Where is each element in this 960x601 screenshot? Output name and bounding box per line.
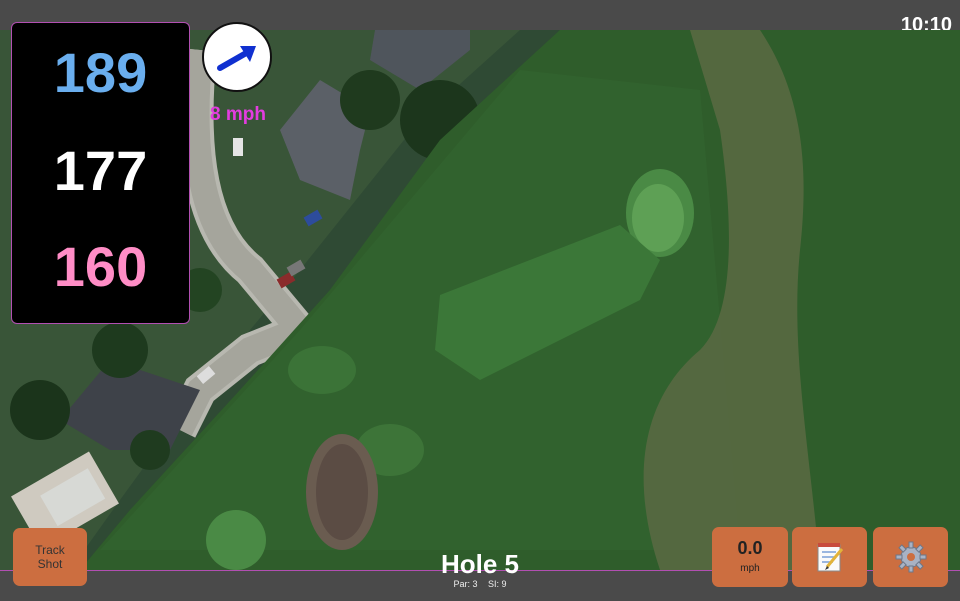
distance-panel: 189 177 160 xyxy=(11,22,190,324)
track-shot-label-line2: Shot xyxy=(37,557,63,571)
track-shot-button[interactable]: Track Shot xyxy=(13,528,87,586)
center-of-green-distance: 177 xyxy=(53,139,148,202)
gear-icon xyxy=(895,541,926,573)
speed-value: 0.0 xyxy=(737,538,763,558)
wind-speed-label: 8 mph xyxy=(210,104,266,125)
notepad-icon xyxy=(817,543,843,572)
hole-stroke-index: SI: 9 xyxy=(488,579,507,589)
front-of-green-distance: 160 xyxy=(53,235,148,298)
notes-button[interactable] xyxy=(792,527,867,587)
hole-par: Par: 3 xyxy=(453,579,478,589)
hole-info: Hole 5 Par: 3 SI: 9 xyxy=(380,549,580,589)
hole-details: Par: 3 SI: 9 xyxy=(380,579,580,589)
track-shot-label-line1: Track xyxy=(35,543,65,557)
settings-button[interactable] xyxy=(873,527,948,587)
speed-unit: mph xyxy=(740,563,760,574)
back-of-green-distance: 189 xyxy=(53,41,148,104)
shot-speed-button[interactable]: 0.0 mph xyxy=(712,527,788,587)
wind-arrow-icon xyxy=(217,46,256,71)
hole-title: Hole 5 xyxy=(440,549,520,579)
wind-direction-indicator xyxy=(202,22,272,92)
